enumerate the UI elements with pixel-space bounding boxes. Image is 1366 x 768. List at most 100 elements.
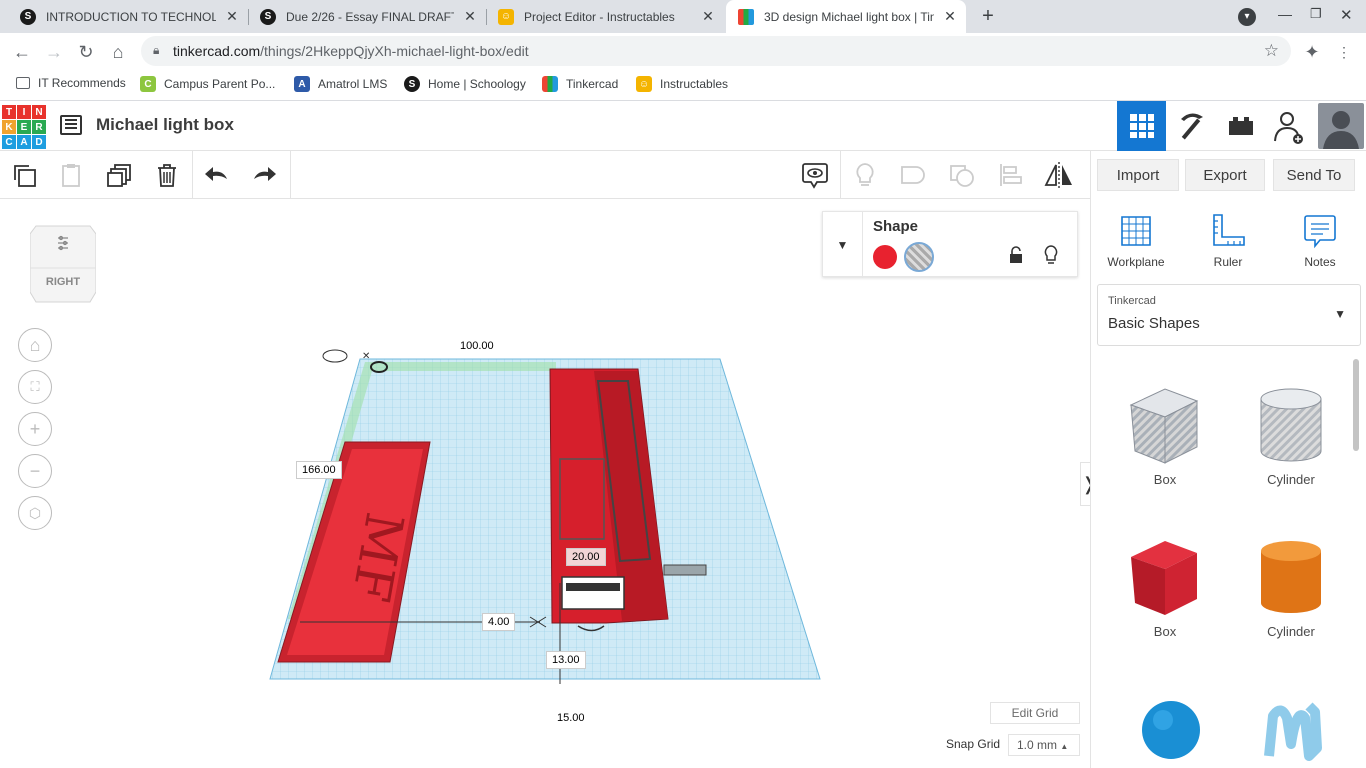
browser-tab[interactable]: S Due 2/26 - Essay FINAL DRAFT ✕	[248, 0, 486, 33]
notes-label: Notes	[1304, 255, 1336, 269]
window-close-icon[interactable]: ✕	[1340, 6, 1353, 24]
bookmark-item[interactable]: C Campus Parent Po...	[140, 76, 275, 92]
offset-y-dimension[interactable]: 13.00	[546, 651, 586, 669]
edit-grid-button[interactable]: Edit Grid	[990, 702, 1080, 724]
shape-cylinder-hole[interactable]: Cylinder	[1246, 383, 1336, 487]
box-icon	[1131, 541, 1197, 615]
restore-icon[interactable]: ❐	[1310, 6, 1322, 22]
address-bar[interactable]: 🔒︎ tinkercad.com/things/2HkeppQjyXh-mich…	[141, 36, 1291, 66]
send-to-button[interactable]: Send To	[1273, 159, 1355, 191]
offset-x-dimension[interactable]: 4.00	[482, 613, 516, 631]
home-icon[interactable]: ⌂	[105, 39, 131, 65]
height-handle[interactable]	[322, 349, 348, 363]
design-title[interactable]: Michael light box	[96, 115, 234, 135]
undo-icon	[205, 167, 227, 181]
align-icon	[1000, 164, 1022, 186]
ungroup-button[interactable]	[946, 159, 978, 191]
back-icon[interactable]: ←	[9, 39, 35, 65]
ruler-tool[interactable]: Ruler	[1193, 213, 1263, 269]
hole-swatch[interactable]	[904, 242, 934, 272]
close-icon[interactable]: ✕	[462, 8, 478, 25]
group-button[interactable]	[897, 159, 929, 191]
bookmark-item[interactable]: A Amatrol LMS	[294, 76, 387, 92]
logo-letter: N	[32, 105, 46, 119]
logo-letter: A	[17, 135, 31, 149]
logo-letter: E	[17, 120, 31, 134]
tab-search-icon[interactable]: ▾	[1238, 8, 1256, 26]
delete-button[interactable]	[151, 159, 183, 191]
lock-icon[interactable]	[1009, 246, 1023, 264]
close-icon[interactable]: ✕	[224, 8, 240, 25]
bookmark-label: Instructables	[660, 77, 729, 91]
shape-library-select[interactable]: Tinkercad Basic Shapes ▼	[1097, 284, 1361, 346]
duplicate-button[interactable]	[103, 159, 135, 191]
library-scrollbar[interactable]	[1353, 359, 1359, 451]
bookmark-item[interactable]: S Home | Schoology	[404, 76, 526, 92]
collapse-inspector-button[interactable]: ▼	[823, 212, 863, 278]
shape-box[interactable]: Box	[1120, 535, 1210, 639]
paste-button[interactable]	[55, 159, 87, 191]
add-user-icon[interactable]	[1270, 109, 1310, 145]
workplane-tool[interactable]: Workplane	[1101, 213, 1171, 269]
browser-tab-active[interactable]: 3D design Michael light box | Tinkercad …	[726, 0, 966, 33]
bookmark-item[interactable]: IT Recommends	[16, 76, 126, 90]
workplane-viewport[interactable]: RIGHT ⌂ ⛶ + − ⬡ MF ✕ 100.00 166.00 20.00…	[0, 199, 1098, 768]
mirror-button[interactable]	[1043, 159, 1075, 191]
forward-icon[interactable]: →	[41, 39, 67, 65]
handle-marker: ✕	[362, 351, 370, 362]
design-list-icon[interactable]	[60, 115, 82, 135]
3d-view-button[interactable]	[1117, 101, 1166, 151]
avatar[interactable]	[1318, 103, 1364, 149]
depth-dimension[interactable]: 166.00	[296, 461, 342, 479]
shape-box-hole[interactable]: Box	[1120, 383, 1210, 487]
close-icon[interactable]: ✕	[942, 8, 958, 25]
workplane-icon	[1121, 216, 1151, 246]
selected-component[interactable]	[561, 576, 625, 610]
bookmark-item[interactable]: ☺ Instructables	[636, 76, 728, 92]
schoology-icon: S	[260, 8, 276, 25]
shape-sphere[interactable]	[1120, 696, 1210, 765]
bookmark-item[interactable]: Tinkercad	[542, 76, 618, 92]
width-dimension[interactable]: 100.00	[455, 338, 499, 354]
redo-button[interactable]	[248, 159, 280, 191]
solid-color-swatch[interactable]	[873, 245, 897, 269]
export-button[interactable]: Export	[1185, 159, 1265, 191]
undo-button[interactable]	[201, 159, 233, 191]
browser-tab[interactable]: S INTRODUCTION TO TECHNOLOGY ✕	[8, 0, 248, 33]
url-host: tinkercad.com	[173, 43, 261, 59]
chevron-down-icon: ▼	[1334, 307, 1346, 321]
bricks-view-button[interactable]	[1216, 101, 1266, 151]
align-button[interactable]	[995, 159, 1027, 191]
show-notes-button[interactable]	[799, 159, 831, 191]
offset-z-dimension[interactable]: 15.00	[552, 710, 590, 726]
ruler-label: Ruler	[1213, 255, 1243, 269]
browser-tab[interactable]: ☺ Project Editor - Instructables ✕	[486, 0, 724, 33]
reload-icon[interactable]: ↻	[73, 39, 99, 65]
close-icon[interactable]: ✕	[700, 8, 716, 25]
cylinder-hole-icon	[1260, 388, 1322, 462]
user-avatar-icon	[1323, 111, 1359, 149]
logo-letter: D	[32, 135, 46, 149]
visibility-bulb-icon[interactable]	[1043, 244, 1059, 266]
import-button[interactable]: Import	[1097, 159, 1179, 191]
new-tab-button[interactable]: +	[976, 4, 1000, 28]
bookmark-star-icon[interactable]: ☆	[1264, 41, 1279, 61]
shape-scribble[interactable]	[1246, 696, 1336, 765]
minimize-icon[interactable]: —	[1278, 6, 1292, 22]
tinkercad-logo[interactable]: T I N K E R C A D	[2, 105, 46, 149]
menu-icon[interactable]: ⋮	[1331, 39, 1357, 65]
shape-cylinder[interactable]: Cylinder	[1246, 535, 1336, 639]
url-path: /things/2HkeppQjyXh-michael-light-box/ed…	[260, 43, 529, 59]
instructables-icon: ☺	[498, 8, 514, 25]
blocks-view-button[interactable]	[1166, 101, 1216, 151]
snap-grid-select[interactable]: 1.0 mm ▲	[1008, 734, 1080, 756]
extensions-icon[interactable]: ✦	[1299, 39, 1325, 65]
tinkercad-icon	[738, 8, 754, 25]
notes-tool[interactable]: Notes	[1285, 213, 1355, 269]
light-bar[interactable]	[663, 564, 707, 576]
snap-grid-label: Snap Grid	[946, 737, 1001, 751]
toolbar-divider	[192, 151, 193, 199]
lightbulb-button[interactable]	[849, 159, 881, 191]
height-dimension[interactable]: 20.00	[566, 548, 606, 566]
copy-button[interactable]	[8, 159, 40, 191]
